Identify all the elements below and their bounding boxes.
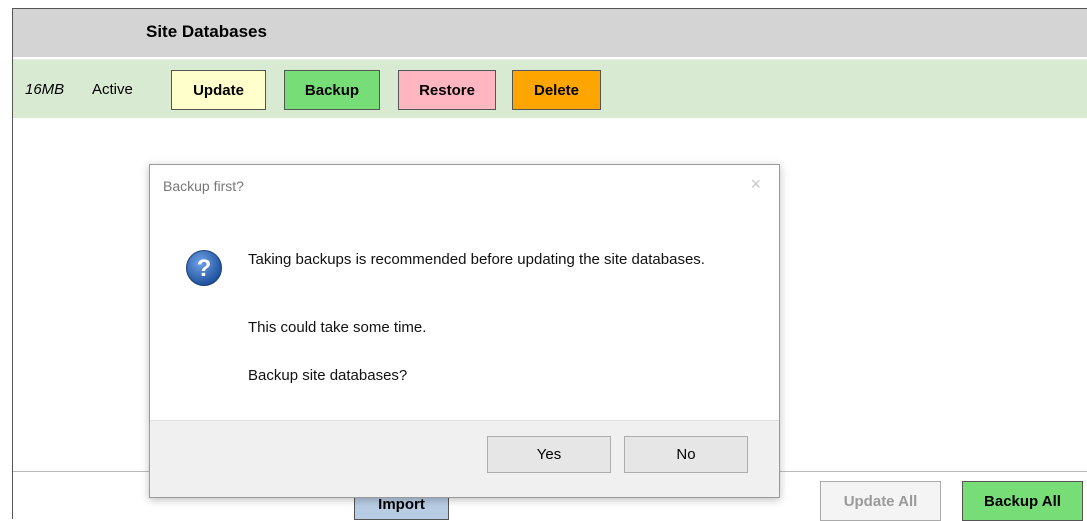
dialog-footer: Yes No [150,420,779,497]
database-status: Active [92,81,133,98]
database-size: 16MB [25,81,65,98]
header-bar: Site Databases [13,9,1087,57]
delete-button[interactable]: Delete [512,70,601,110]
dialog-message-time: This could take some time. [248,319,427,336]
close-icon[interactable]: × [750,174,761,195]
backup-dialog: Backup first? × ? Taking backups is reco… [149,164,780,498]
backup-button[interactable]: Backup [284,70,380,110]
question-icon: ? [186,250,222,286]
database-row: 16MB Active Update Backup Restore Delete [13,59,1087,118]
yes-button[interactable]: Yes [487,436,611,473]
update-button[interactable]: Update [171,70,266,110]
dialog-title: Backup first? [163,178,244,194]
backup-all-button[interactable]: Backup All [962,481,1083,521]
no-button[interactable]: No [624,436,748,473]
page-title: Site Databases [146,22,267,41]
dialog-message-recommendation: Taking backups is recommended before upd… [248,251,705,268]
svg-text:?: ? [197,255,212,282]
restore-button[interactable]: Restore [398,70,496,110]
dialog-message-question: Backup site databases? [248,367,408,384]
update-all-button[interactable]: Update All [820,481,941,521]
